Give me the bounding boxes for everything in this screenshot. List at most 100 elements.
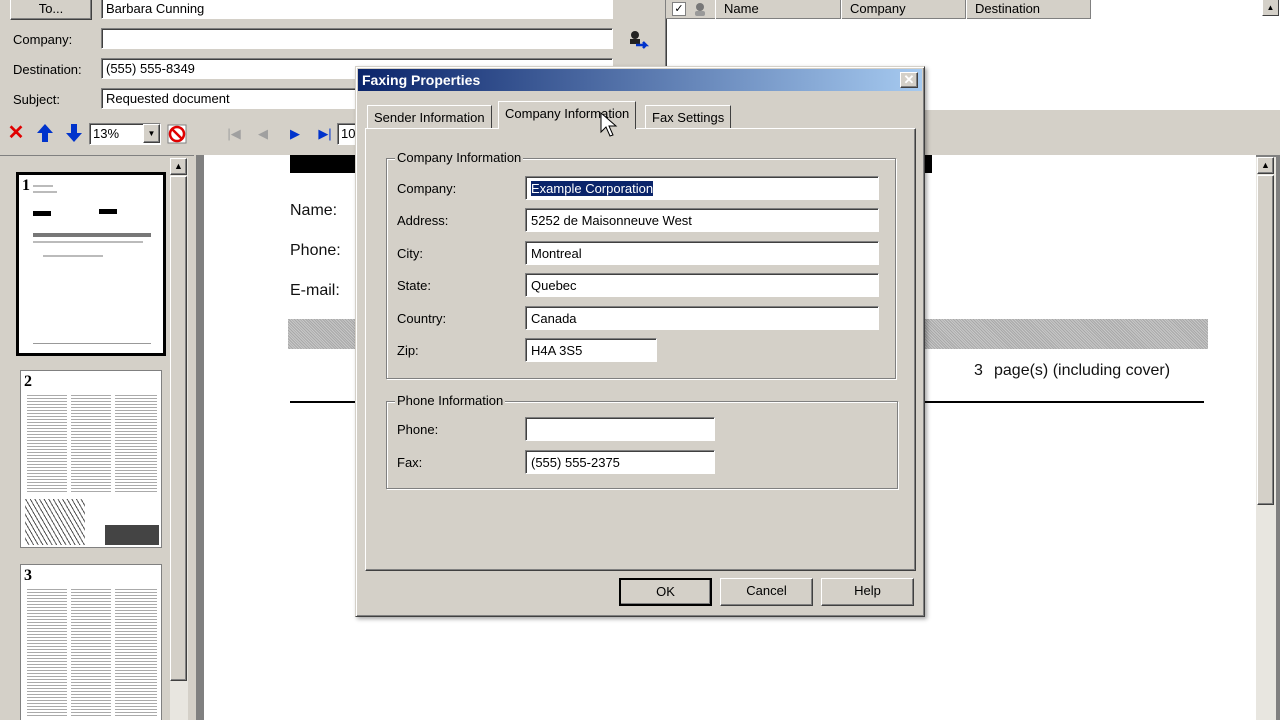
dialog-address-field[interactable]: 5252 de Maisonneuve West: [525, 208, 879, 232]
thumb-text-column: [115, 393, 157, 493]
close-icon[interactable]: ✕: [900, 72, 918, 88]
thumb-text-line: [33, 343, 151, 344]
ok-label: OK: [656, 584, 675, 599]
last-page-icon[interactable]: ▶|: [314, 123, 336, 145]
thumb-text-column: [27, 587, 67, 717]
thumbnail-page-1[interactable]: 1: [16, 172, 166, 356]
column-company[interactable]: Company: [841, 0, 966, 19]
preview-scrollbar[interactable]: ▲: [1256, 157, 1276, 720]
pages-count: 3: [974, 362, 983, 379]
column-destination-label: Destination: [975, 1, 1041, 16]
to-field[interactable]: Barbara Cunning: [101, 0, 613, 19]
column-company-label: Company: [850, 1, 906, 16]
chevron-down-icon[interactable]: ▼: [143, 124, 160, 143]
thumbnail-number: 3: [24, 567, 32, 584]
company-value-selected: Example Corporation: [531, 181, 654, 196]
move-down-icon[interactable]: [63, 122, 85, 144]
dialog-address-label: Address:: [397, 213, 449, 228]
first-page-icon[interactable]: |◀: [223, 123, 245, 145]
faxing-properties-dialog: Faxing Properties ✕ Sender Information C…: [355, 66, 925, 617]
thumb-header-block: [33, 211, 51, 216]
thumb-bar: [33, 233, 151, 237]
thumb-text-line: [33, 241, 143, 243]
dialog-company-field[interactable]: Example Corporation: [525, 176, 879, 200]
help-label: Help: [854, 583, 881, 598]
dialog-phone-field[interactable]: [525, 417, 715, 441]
column-name-label: Name: [724, 1, 759, 16]
ok-button[interactable]: OK: [619, 578, 712, 606]
previous-page-icon[interactable]: ◀: [252, 123, 274, 145]
subject-label: Subject:: [13, 92, 60, 107]
dialog-city-field[interactable]: Montreal: [525, 241, 879, 265]
dialog-company-label: Company:: [397, 181, 457, 196]
dialog-country-label: Country:: [397, 311, 447, 326]
thumb-logo-block: [105, 525, 159, 545]
next-page-icon[interactable]: ▶: [284, 123, 306, 145]
zoom-value: 13%: [93, 126, 120, 141]
scroll-up-icon[interactable]: ▲: [170, 158, 187, 175]
cancel-button[interactable]: Cancel: [720, 578, 813, 606]
cancel-label: Cancel: [746, 583, 787, 598]
to-button-label: To...: [38, 1, 64, 16]
recipient-list-header: ✓ Name Company Destination: [666, 0, 1091, 19]
delete-icon[interactable]: ✕: [5, 122, 27, 144]
dialog-country-field[interactable]: Canada: [525, 306, 879, 330]
checkbox-column-icon[interactable]: ✓: [672, 2, 686, 16]
thumb-text-line: [33, 185, 53, 187]
thumb-text-line: [43, 255, 103, 257]
thumbnail-page-2[interactable]: 2: [20, 370, 162, 548]
move-up-icon[interactable]: [34, 122, 56, 144]
dialog-state-label: State:: [397, 278, 431, 293]
page-header-bar: [290, 155, 360, 173]
dialog-zip-label: Zip:: [397, 343, 419, 358]
preview-phone-label: Phone:: [290, 242, 341, 259]
column-name[interactable]: Name: [715, 0, 841, 19]
help-button[interactable]: Help: [821, 578, 914, 606]
thumbnail-number: 2: [24, 373, 32, 390]
company-label: Company:: [13, 32, 73, 47]
dialog-phone-label: Phone:: [397, 422, 439, 437]
thumb-text-column: [71, 393, 111, 493]
pages-text: page(s) (including cover): [994, 362, 1171, 379]
mouse-cursor-icon: [600, 111, 618, 138]
dialog-fax-field[interactable]: (555) 555-2375: [525, 450, 715, 474]
tab-fax-settings[interactable]: Fax Settings: [645, 105, 732, 129]
tab-label: Fax Settings: [652, 110, 725, 125]
thumbnail-page-3[interactable]: 3: [20, 564, 162, 720]
dialog-city-label: City:: [397, 246, 423, 261]
thumb-text-column: [27, 393, 67, 493]
to-button[interactable]: To...: [10, 0, 92, 20]
tab-sender-information[interactable]: Sender Information: [367, 105, 492, 129]
dialog-zip-field[interactable]: H4A 3S5: [525, 338, 657, 362]
company-field[interactable]: [101, 28, 613, 49]
thumbnail-number: 1: [22, 177, 30, 194]
scrollbar-thumb[interactable]: [170, 176, 187, 681]
close-glyph: ✕: [903, 72, 915, 87]
no-entry-icon[interactable]: [166, 123, 188, 145]
tab-label: Sender Information: [374, 110, 485, 125]
zoom-select[interactable]: 13% ▼: [89, 123, 161, 145]
address-book-icon[interactable]: [626, 28, 650, 52]
scroll-up-icon[interactable]: ▲: [1257, 157, 1274, 174]
destination-label: Destination:: [13, 62, 82, 77]
thumb-text-line: [33, 191, 57, 193]
thumbnail-pane[interactable]: 1 2 3 ▲: [0, 155, 194, 720]
dialog-state-field[interactable]: Quebec: [525, 273, 879, 297]
dialog-title: Faxing Properties: [362, 72, 481, 88]
dialog-titlebar[interactable]: Faxing Properties ✕: [358, 69, 922, 91]
tab-panel: Company Information Company: Example Cor…: [365, 128, 916, 571]
list-scroll-up-button[interactable]: ▲: [1262, 0, 1279, 16]
phone-information-group: Phone Information Phone: Fax: (555) 555-…: [386, 393, 898, 489]
group-title: Phone Information: [395, 393, 506, 408]
dialog-fax-label: Fax:: [397, 455, 423, 470]
contact-column-icon[interactable]: [692, 1, 708, 17]
group-title: Company Information: [395, 150, 524, 165]
thumb-text-column: [71, 587, 111, 717]
preview-email-label: E-mail:: [290, 282, 340, 299]
thumb-text-column: [115, 587, 157, 717]
company-information-group: Company Information Company: Example Cor…: [386, 150, 896, 379]
thumbnail-scrollbar[interactable]: ▲: [170, 158, 188, 720]
thumb-header-block: [99, 209, 117, 214]
column-destination[interactable]: Destination: [966, 0, 1091, 19]
scrollbar-thumb[interactable]: [1257, 175, 1274, 505]
